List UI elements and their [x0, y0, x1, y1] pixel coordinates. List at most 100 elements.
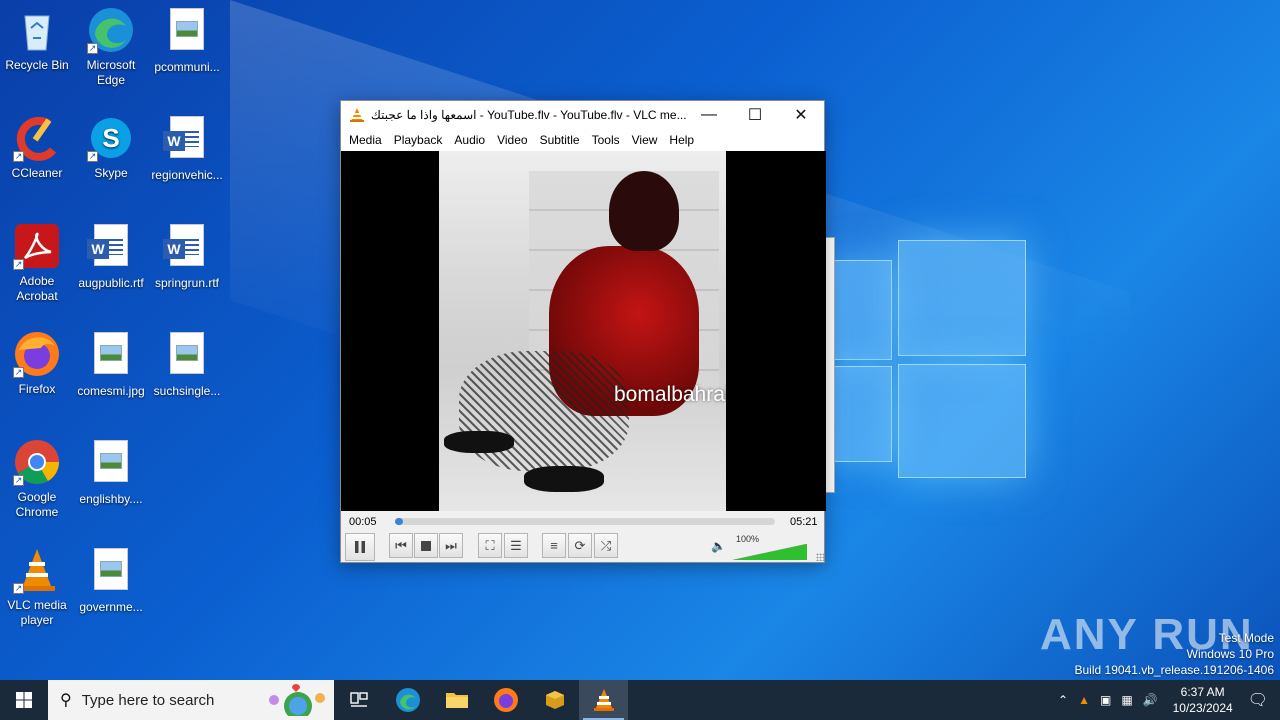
tray-device-icon[interactable]: ▣ — [1100, 693, 1111, 707]
desktop-icon-ccleaner[interactable]: ↗ CCleaner — [0, 114, 74, 181]
desktop-icon-recycle-bin[interactable]: Recycle Bin — [0, 6, 74, 73]
taskbar-edge[interactable] — [383, 680, 432, 720]
tray-vlc-icon[interactable]: ▲ — [1078, 693, 1090, 707]
stop-button[interactable] — [414, 533, 438, 558]
taskbar-file-explorer[interactable] — [432, 680, 481, 720]
resize-grip[interactable] — [816, 553, 824, 561]
menu-view[interactable]: View — [626, 133, 664, 147]
windows-wallpaper-logo — [830, 240, 1030, 480]
video-area[interactable]: bomalbahrainia — [341, 151, 826, 511]
vlc-window[interactable]: اسمعها واذا ما عجبتك - YouTube.flv - You… — [340, 100, 826, 563]
seek-slider[interactable] — [395, 518, 775, 525]
desktop-icon-label: springrun.rtf — [154, 276, 220, 290]
desktop-icon-firefox[interactable]: ↗ Firefox — [0, 330, 74, 397]
vlc-titlebar[interactable]: اسمعها واذا ما عجبتك - YouTube.flv - You… — [341, 101, 824, 129]
desktop-icon-google-chrome[interactable]: ↗ Google Chrome — [0, 438, 74, 520]
windows-edition-text: Windows 10 Pro — [1186, 647, 1274, 661]
desktop-icon-vlc-media-player[interactable]: ↗ VLC media player — [0, 546, 74, 628]
desktop-icon-label: Microsoft Edge — [86, 58, 136, 87]
menu-video[interactable]: Video — [491, 133, 533, 147]
shortcut-arrow-icon: ↗ — [87, 43, 98, 54]
desktop-icon-label: comesmi.jpg — [77, 384, 145, 398]
vlc-icon — [593, 689, 614, 711]
close-button[interactable]: ✕ — [778, 101, 824, 129]
test-mode-text: Test Mode — [1218, 631, 1274, 645]
pause-button[interactable] — [345, 533, 375, 561]
menu-help[interactable]: Help — [663, 133, 700, 147]
network-icon[interactable]: ▦ — [1121, 693, 1132, 707]
desktop-icon-governme[interactable]: governme... — [74, 546, 148, 615]
background-window-edge — [825, 237, 835, 493]
desktop-icon-label: augpublic.rtf — [78, 276, 144, 290]
next-button[interactable]: ⏭ — [439, 533, 463, 558]
word-file-icon: W — [163, 224, 211, 272]
previous-button[interactable]: ⏮ — [389, 533, 413, 558]
desktop-icon-augpublic-rtf[interactable]: Waugpublic.rtf — [74, 222, 148, 291]
image-file-icon — [87, 440, 135, 488]
firefox-icon — [493, 688, 518, 712]
desktop-icon-comesmi-jpg[interactable]: comesmi.jpg — [74, 330, 148, 399]
word-file-icon: W — [87, 224, 135, 272]
loop-button[interactable]: ⟳ — [568, 533, 592, 558]
desktop-icon-springrun-rtf[interactable]: Wspringrun.rtf — [150, 222, 224, 291]
desktop-icon-label: VLC media player — [7, 598, 67, 627]
windows-start-icon — [16, 692, 32, 708]
playlist-button[interactable]: ≡ — [542, 533, 566, 558]
desktop-icon-suchsingle[interactable]: suchsingle... — [150, 330, 224, 399]
fullscreen-button[interactable]: ⛶ — [478, 533, 502, 558]
taskbar-vlc[interactable] — [579, 680, 628, 720]
acrobat-icon: ↗ — [13, 222, 61, 270]
playback-controls: ⏮ ⏭ ⛶ ☰ ≡ ⟳ ⤮ 🔈 100% — [341, 533, 826, 563]
shortcut-arrow-icon: ↗ — [13, 583, 24, 594]
clock-date: 10/23/2024 — [1172, 701, 1233, 715]
taskbar-task-view[interactable] — [334, 680, 383, 720]
recycle-bin-icon — [13, 6, 61, 54]
package-icon — [545, 691, 564, 709]
desktop-icon-label: CCleaner — [11, 166, 63, 180]
shortcut-arrow-icon: ↗ — [13, 151, 24, 162]
file-explorer-icon — [445, 693, 468, 708]
video-frame: bomalbahrainia — [439, 151, 726, 511]
notification-icon[interactable]: 🗨 — [1248, 690, 1268, 710]
window-title: اسمعها واذا ما عجبتك - YouTube.flv - You… — [371, 108, 686, 122]
shuffle-button[interactable]: ⤮ — [594, 533, 618, 558]
total-time: 05:21 — [790, 516, 818, 528]
tray-chevron-up-icon[interactable]: ⌃ — [1058, 693, 1068, 707]
image-file-icon — [163, 332, 211, 380]
vlc-menubar: Media Playback Audio Video Subtitle Tool… — [341, 129, 824, 151]
vlc-cone-icon — [350, 108, 364, 122]
desktop-icon-label: Google Chrome — [15, 490, 59, 519]
volume-icon[interactable]: 🔊 — [1143, 693, 1158, 707]
taskbar-firefox[interactable] — [481, 680, 530, 720]
skip-forward-icon: ⏭ — [445, 537, 457, 553]
start-button[interactable] — [0, 680, 48, 720]
desktop-icon-label: englishby.... — [79, 492, 143, 506]
menu-audio[interactable]: Audio — [448, 133, 491, 147]
taskbar-search-box[interactable]: ⚲ Type here to search — [48, 680, 334, 720]
volume-slider[interactable] — [733, 544, 807, 560]
extended-settings-button[interactable]: ☰ — [504, 533, 528, 558]
desktop-icon-label: suchsingle... — [153, 384, 221, 398]
desktop-icon-regionvehic[interactable]: Wregionvehic... — [150, 114, 224, 183]
desktop-icon-skype[interactable]: S ↗ Skype — [74, 114, 148, 181]
taskbar-clock[interactable]: 6:37 AM 10/23/2024 — [1173, 684, 1233, 716]
menu-subtitle[interactable]: Subtitle — [534, 133, 586, 147]
speaker-icon[interactable]: 🔈 — [711, 539, 726, 553]
desktop-icon-adobe-acrobat[interactable]: ↗ Adobe Acrobat — [0, 222, 74, 304]
fullscreen-icon: ⛶ — [485, 537, 495, 553]
maximize-button[interactable]: ☐ — [732, 101, 778, 129]
shortcut-arrow-icon: ↗ — [13, 475, 24, 486]
skype-icon: S ↗ — [87, 114, 135, 162]
desktop-icon-englishby[interactable]: englishby.... — [74, 438, 148, 507]
seek-row: 00:05 05:21 — [341, 511, 826, 531]
image-file-icon — [163, 8, 211, 56]
menu-media[interactable]: Media — [343, 133, 388, 147]
menu-playback[interactable]: Playback — [388, 133, 449, 147]
desktop-icon-pcommuni[interactable]: pcommuni... — [150, 6, 224, 75]
search-placeholder: Type here to search — [81, 691, 215, 709]
menu-tools[interactable]: Tools — [586, 133, 626, 147]
minimize-button[interactable]: — — [686, 101, 732, 129]
edge-icon — [395, 688, 420, 712]
taskbar-package-app[interactable] — [530, 680, 579, 720]
desktop-icon-microsoft-edge[interactable]: ↗ Microsoft Edge — [74, 6, 148, 88]
